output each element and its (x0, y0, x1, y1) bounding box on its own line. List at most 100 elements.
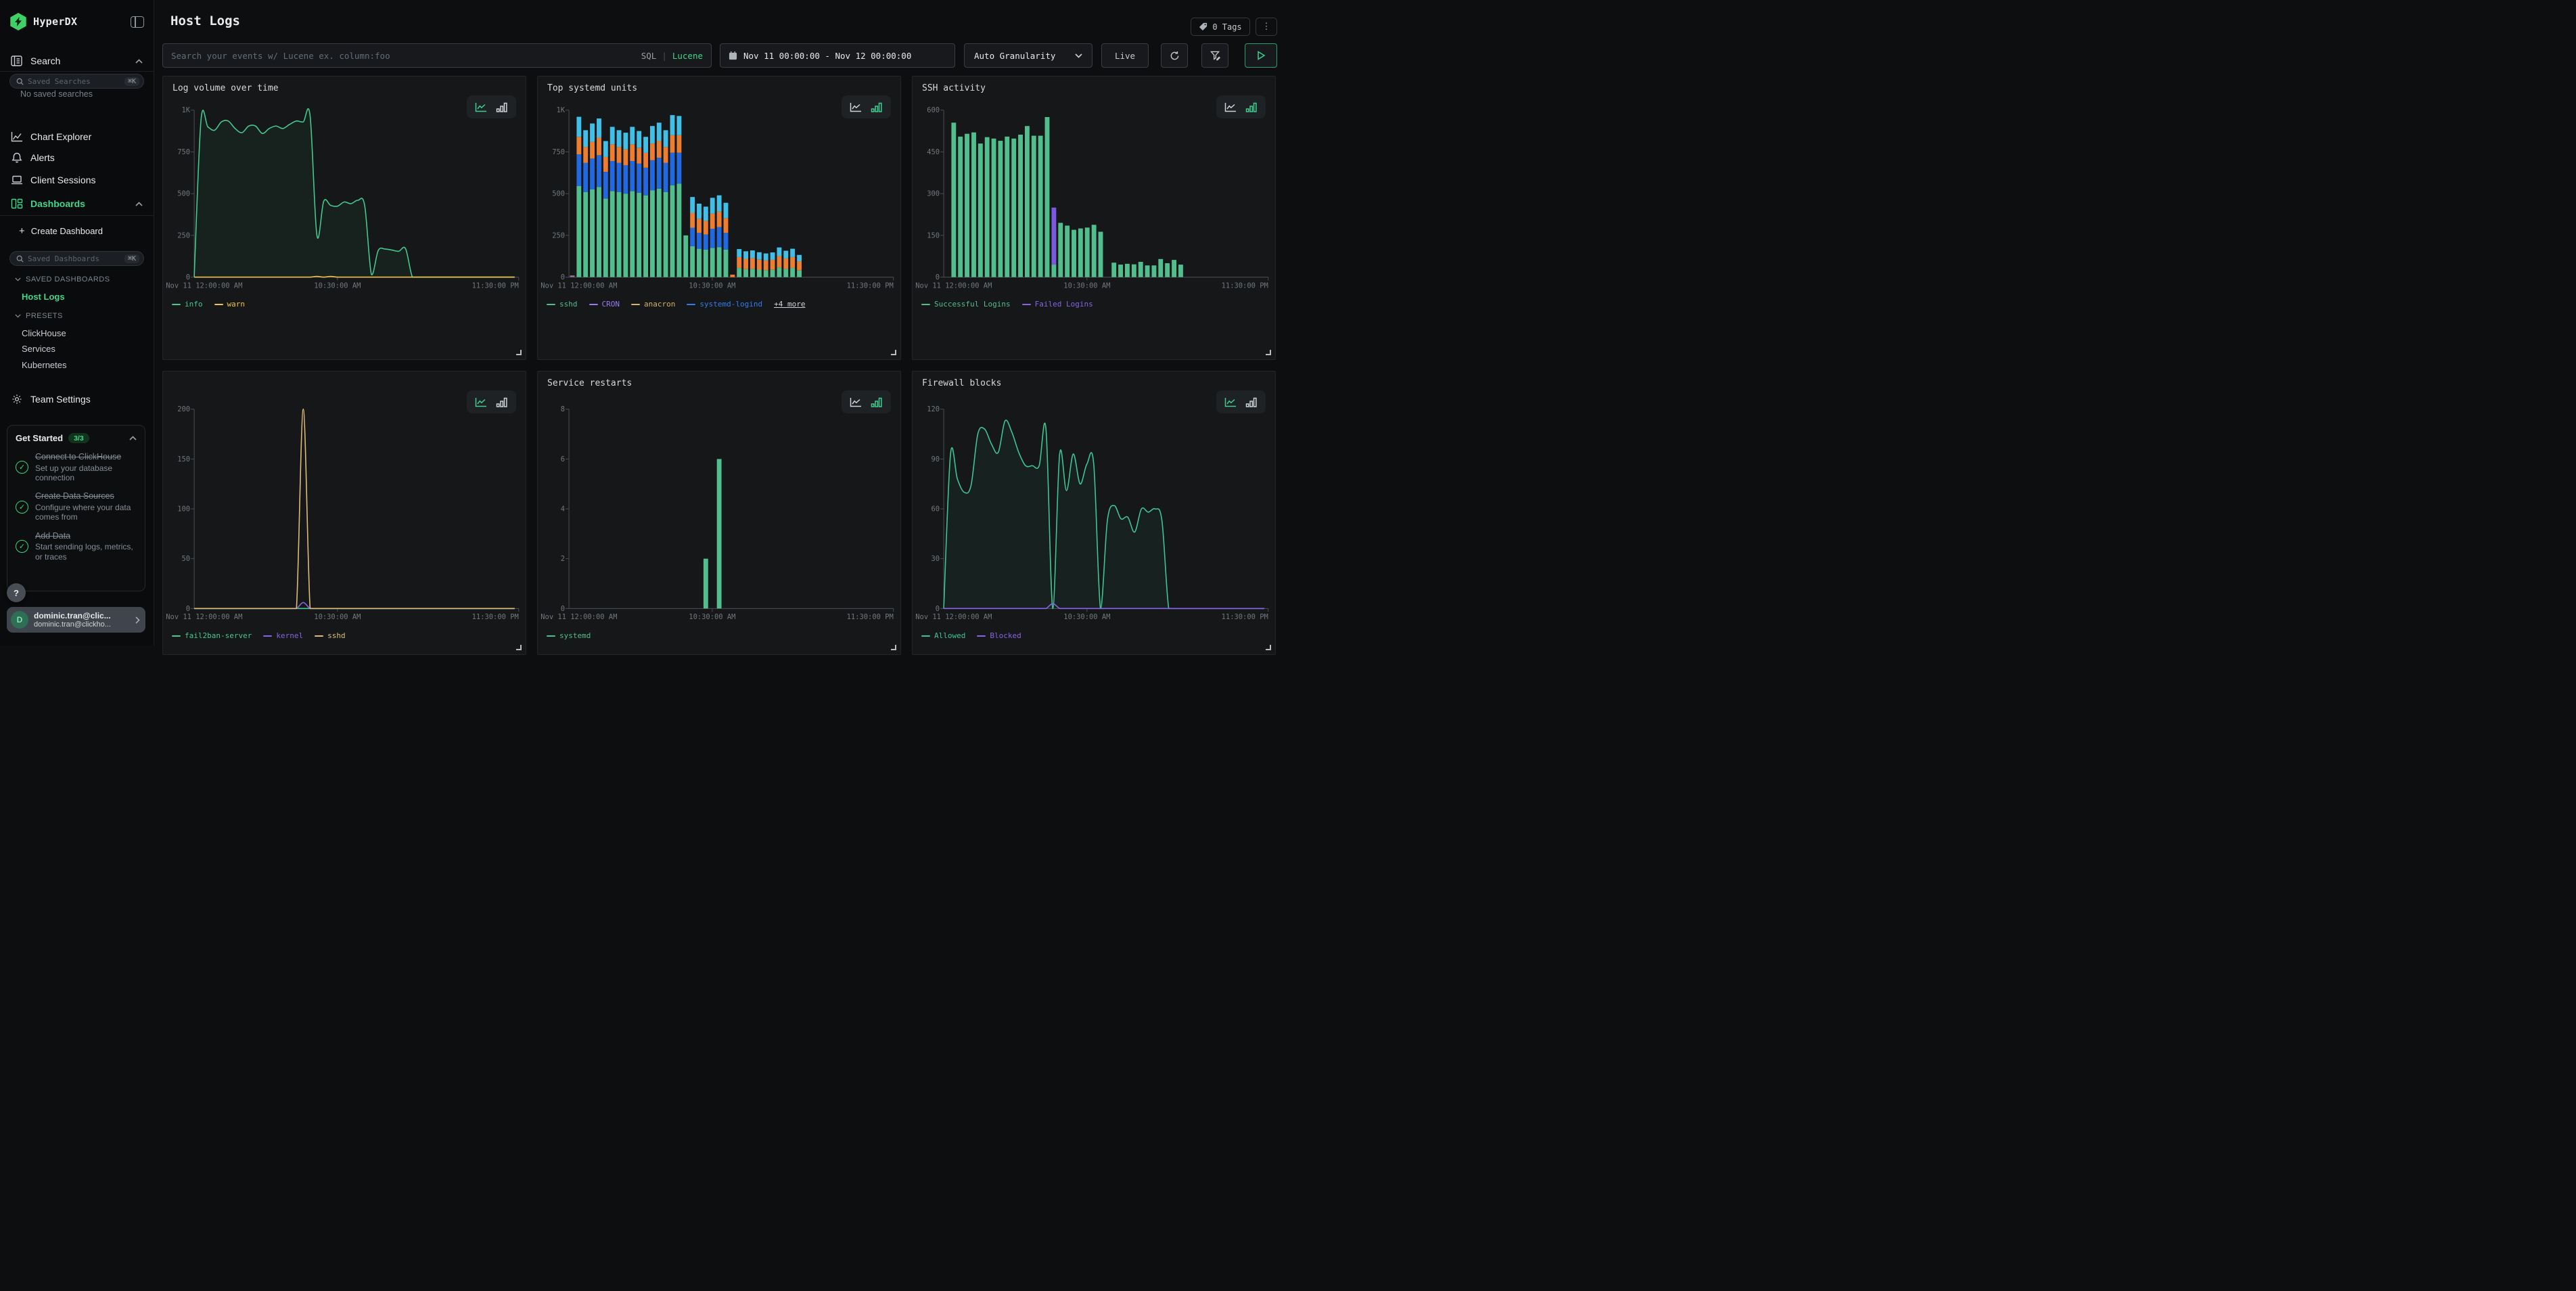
chart-legend: systemd (547, 631, 591, 640)
sidebar-item-host-logs[interactable]: Host Logs (0, 292, 154, 302)
legend-swatch (921, 304, 930, 305)
line-chart-toggle[interactable] (475, 397, 487, 407)
event-search-input[interactable]: SQL | Lucene (162, 43, 712, 68)
svg-text:11:30:00 PM: 11:30:00 PM (847, 613, 894, 621)
bar-chart-toggle[interactable] (871, 102, 883, 112)
chart-type-toggle (1216, 390, 1266, 413)
page-title: Host Logs (170, 14, 240, 28)
saved-searches-field[interactable] (28, 77, 124, 86)
filter-button[interactable] (1201, 43, 1228, 68)
refresh-button[interactable] (1161, 43, 1188, 68)
get-started-item[interactable]: ✓ Add Data Start sending logs, metrics, … (16, 531, 137, 562)
panel-resize-handle[interactable] (516, 645, 522, 650)
chart-type-toggle (467, 95, 516, 118)
check-circle-icon: ✓ (16, 540, 28, 553)
chart-type-toggle (1216, 95, 1266, 118)
saved-dashboards-field[interactable] (28, 254, 124, 263)
user-menu[interactable]: D dominic.tran@clic... dominic.tran@clic… (7, 607, 145, 633)
lucene-toggle[interactable]: Lucene (672, 51, 703, 61)
svg-text:150: 150 (927, 231, 940, 240)
chevron-up-icon[interactable] (129, 436, 137, 440)
panel-service-restarts: Service restarts 86420Nov 11 12:00:00 AM… (537, 371, 901, 655)
bar-chart-toggle[interactable] (1245, 102, 1258, 112)
granularity-select[interactable]: Auto Granularity (964, 43, 1092, 68)
chevron-down-icon (15, 277, 21, 281)
more-options-button[interactable]: ⋮ (1256, 18, 1277, 36)
bar-chart-toggle[interactable] (1245, 397, 1258, 407)
sidebar-item-dashboards[interactable]: Dashboards (0, 194, 154, 213)
sidebar-collapse-icon[interactable] (131, 16, 144, 28)
laptop-icon (11, 175, 23, 185)
legend-more-link[interactable]: +4 more (774, 300, 805, 309)
sidebar-item-kubernetes[interactable]: Kubernetes (0, 360, 154, 370)
kebab-icon: ⋮ (1262, 22, 1271, 32)
sql-toggle[interactable]: SQL (641, 51, 657, 61)
svg-text:100: 100 (177, 505, 190, 514)
chart-legend: Successful LoginsFailed Logins (921, 300, 1093, 309)
bar-chart-toggle[interactable] (496, 397, 508, 407)
svg-text:0: 0 (936, 605, 940, 613)
event-search-field[interactable] (171, 51, 641, 61)
live-button[interactable]: Live (1101, 43, 1149, 68)
step-desc: Set up your database connection (35, 463, 137, 483)
date-range-value: Nov 11 00:00:00 - Nov 12 00:00:00 (743, 51, 911, 61)
line-chart-toggle[interactable] (475, 102, 487, 112)
line-chart-toggle[interactable] (1224, 397, 1237, 407)
bar-chart-toggle[interactable] (871, 397, 883, 407)
sidebar-item-clickhouse[interactable]: ClickHouse (0, 328, 154, 338)
panel-untitled-auth-log: 200150100500Nov 11 12:00:00 AM10:30:00 A… (162, 371, 526, 655)
presets-section-header[interactable]: PRESETS (0, 312, 154, 320)
svg-text:10:30:00 AM: 10:30:00 AM (689, 613, 735, 621)
refresh-icon (1170, 51, 1180, 61)
svg-text:0: 0 (561, 605, 565, 613)
chart-title: Service restarts (547, 378, 632, 388)
panel-resize-handle[interactable] (1266, 350, 1271, 355)
panel-resize-handle[interactable] (1266, 645, 1271, 650)
sidebar-item-client-sessions[interactable]: Client Sessions (0, 171, 154, 189)
chart-type-toggle (467, 390, 516, 413)
run-query-button[interactable] (1245, 43, 1277, 68)
chart-type-toggle (842, 390, 891, 413)
sidebar-item-search[interactable]: Search (0, 51, 154, 70)
help-button[interactable]: ? (7, 583, 26, 602)
svg-text:11:30:00 PM: 11:30:00 PM (1222, 613, 1268, 621)
divider (0, 215, 154, 216)
get-started-item[interactable]: ✓ Connect to ClickHouse Set up your data… (16, 452, 137, 482)
get-started-item[interactable]: ✓ Create Data Sources Configure where yo… (16, 491, 137, 522)
legend-item: info (172, 300, 203, 309)
sidebar-item-team-settings[interactable]: Team Settings (0, 390, 154, 409)
sidebar-item-label: Chart Explorer (30, 131, 91, 142)
bar-chart-toggle[interactable] (496, 102, 508, 112)
line-chart-toggle[interactable] (850, 102, 862, 112)
legend-swatch (547, 635, 555, 637)
line-chart-toggle[interactable] (1224, 102, 1237, 112)
svg-text:200: 200 (177, 405, 190, 413)
sidebar-item-chart-explorer[interactable]: Chart Explorer (0, 127, 154, 146)
tags-button[interactable]: 0 Tags (1191, 18, 1250, 36)
svg-text:Nov 11 12:00:00 AM: Nov 11 12:00:00 AM (166, 282, 242, 290)
svg-text:250: 250 (177, 231, 190, 240)
create-dashboard-button[interactable]: + Create Dashboard (0, 221, 154, 240)
legend-item: sshd (315, 631, 346, 640)
chevron-down-icon (1075, 53, 1082, 58)
saved-searches-input[interactable]: ⌘K (9, 74, 144, 89)
saved-dashboards-input[interactable]: ⌘K (9, 251, 144, 266)
tag-icon (1199, 22, 1208, 31)
service-restarts-chart: 86420Nov 11 12:00:00 AM10:30:00 AM11:30:… (538, 371, 900, 654)
saved-dashboards-row: ⌘K (0, 251, 154, 266)
svg-text:10:30:00 AM: 10:30:00 AM (1063, 613, 1110, 621)
legend-swatch (1022, 304, 1031, 305)
panel-resize-handle[interactable] (891, 645, 896, 650)
section-label: PRESETS (26, 312, 63, 320)
bell-icon (11, 152, 23, 163)
panel-resize-handle[interactable] (516, 350, 522, 355)
plus-icon: + (19, 225, 25, 237)
sidebar-item-services[interactable]: Services (0, 344, 154, 354)
step-title: Add Data (35, 531, 137, 542)
svg-text:10:30:00 AM: 10:30:00 AM (314, 282, 361, 290)
date-range-picker[interactable]: Nov 11 00:00:00 - Nov 12 00:00:00 (720, 43, 955, 68)
sidebar-item-alerts[interactable]: Alerts (0, 148, 154, 167)
saved-dashboards-section-header[interactable]: SAVED DASHBOARDS (0, 275, 154, 284)
panel-resize-handle[interactable] (891, 350, 896, 355)
line-chart-toggle[interactable] (850, 397, 862, 407)
